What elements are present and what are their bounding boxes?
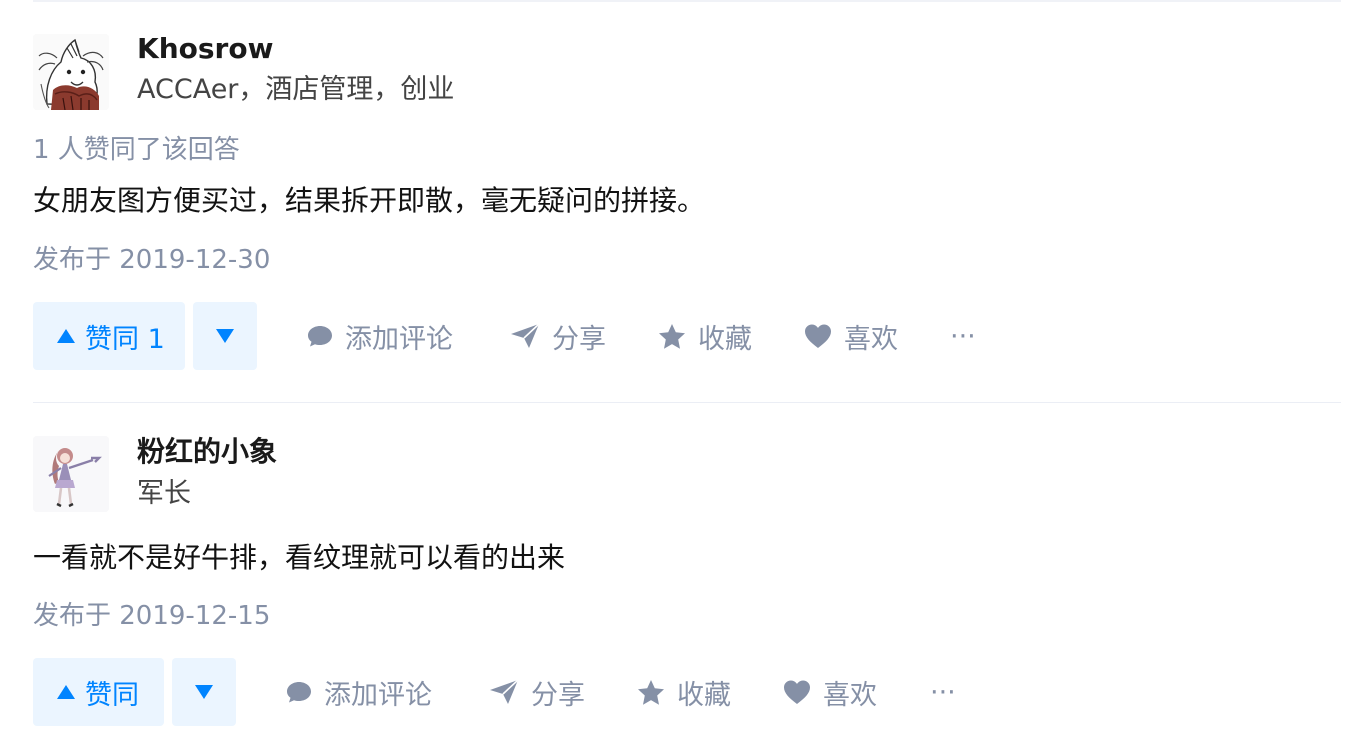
- avatar[interactable]: [33, 436, 109, 512]
- share-label: 分享: [531, 679, 585, 711]
- upvote-arrow-icon: [57, 685, 75, 699]
- comment-label: 添加评论: [345, 323, 453, 355]
- downvote-button[interactable]: [193, 302, 257, 370]
- favorite-button[interactable]: 收藏: [658, 302, 752, 370]
- heart-icon: [784, 680, 810, 704]
- like-label: 喜欢: [823, 679, 877, 711]
- comment-bubble-icon: [287, 682, 311, 703]
- like-button[interactable]: 喜欢: [804, 302, 898, 370]
- heart-icon: [805, 324, 831, 348]
- action-bar: 赞同 添加评论 分享 收藏 喜欢 ···: [33, 658, 1341, 726]
- more-button[interactable]: ···: [930, 658, 956, 726]
- comment-bubble-icon: [308, 326, 332, 347]
- answer-item: Khosrow ACCAer，酒店管理，创业 1 人赞同了该回答 女朋友图方便买…: [33, 0, 1341, 402]
- answer-content: 女朋友图方便买过，结果拆开即散，毫无疑问的拼接。: [33, 184, 706, 217]
- like-label: 喜欢: [844, 323, 898, 355]
- comment-button[interactable]: 添加评论: [286, 658, 432, 726]
- star-icon: [659, 323, 685, 349]
- more-button[interactable]: ···: [950, 302, 976, 370]
- answer-item: 粉红的小象 军长 一看就不是好牛排，看纹理就可以看的出来 发布于 2019-12…: [33, 403, 1341, 748]
- favorite-label: 收藏: [677, 679, 731, 711]
- favorite-label: 收藏: [698, 323, 752, 355]
- action-bar: 赞同 1 添加评论 分享 收藏 喜欢 ···: [33, 302, 1341, 370]
- avatar[interactable]: [33, 34, 109, 110]
- downvote-arrow-icon: [195, 685, 213, 699]
- upvote-button[interactable]: 赞同: [33, 658, 164, 726]
- upvote-label: 赞同: [85, 679, 139, 711]
- comment-button[interactable]: 添加评论: [307, 302, 453, 370]
- share-button[interactable]: 分享: [489, 658, 585, 726]
- paper-plane-icon: [490, 679, 519, 704]
- anime-girl-avatar-icon: [33, 436, 109, 512]
- downvote-arrow-icon: [216, 329, 234, 343]
- author-bio: ACCAer，酒店管理，创业: [137, 74, 455, 105]
- comment-label: 添加评论: [324, 679, 432, 711]
- downvote-button[interactable]: [172, 658, 236, 726]
- star-icon: [638, 679, 664, 705]
- publish-time[interactable]: 发布于 2019-12-15: [33, 598, 270, 634]
- share-label: 分享: [552, 323, 606, 355]
- upvote-button[interactable]: 赞同 1: [33, 302, 185, 370]
- like-button[interactable]: 喜欢: [783, 658, 877, 726]
- share-button[interactable]: 分享: [510, 302, 606, 370]
- sketch-unicorn-avatar-icon: [33, 34, 109, 110]
- publish-time[interactable]: 发布于 2019-12-30: [33, 242, 270, 278]
- author-name[interactable]: 粉红的小象: [137, 434, 277, 470]
- paper-plane-icon: [511, 323, 540, 348]
- more-dots-icon: ···: [950, 320, 976, 352]
- more-dots-icon: ···: [930, 676, 956, 708]
- answer-content: 一看就不是好牛排，看纹理就可以看的出来: [33, 541, 566, 574]
- vote-summary[interactable]: 1 人赞同了该回答: [33, 132, 240, 168]
- author-bio: 军长: [137, 478, 191, 509]
- favorite-button[interactable]: 收藏: [637, 658, 731, 726]
- upvote-label: 赞同 1: [85, 323, 165, 355]
- answer-list: Khosrow ACCAer，酒店管理，创业 1 人赞同了该回答 女朋友图方便买…: [0, 0, 1364, 748]
- author-name[interactable]: Khosrow: [137, 31, 273, 67]
- upvote-arrow-icon: [57, 329, 75, 343]
